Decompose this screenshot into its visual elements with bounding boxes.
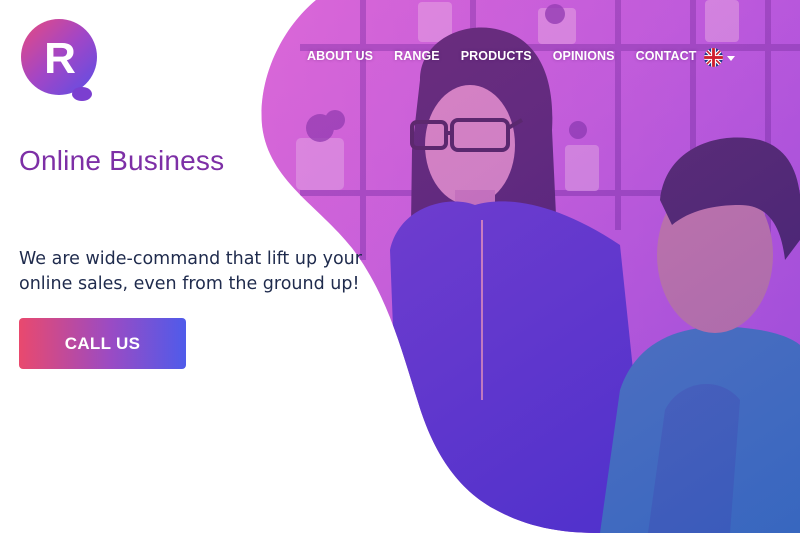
nav-products[interactable]: PRODUCTS [461, 49, 532, 63]
brand-logo[interactable]: R [18, 17, 104, 103]
logo-letter: R [44, 34, 76, 83]
main-nav: ABOUT US RANGE PRODUCTS OPINIONS CONTACT [307, 49, 696, 63]
caret-down-icon [727, 55, 735, 61]
landing-page: R ABOUT US RANGE PRODUCTS OPINIONS CONTA… [0, 0, 800, 533]
nav-about-us[interactable]: ABOUT US [307, 49, 373, 63]
nav-opinions[interactable]: OPINIONS [553, 49, 615, 63]
hero-text: We are wide-command that lift up your on… [19, 249, 362, 294]
uk-flag-icon [704, 48, 723, 67]
nav-range[interactable]: RANGE [394, 49, 440, 63]
call-us-button[interactable]: CALL US [19, 318, 186, 369]
nav-contact[interactable]: CONTACT [636, 49, 697, 63]
language-selector[interactable] [704, 48, 735, 67]
hero-title: Online Business [19, 145, 225, 176]
